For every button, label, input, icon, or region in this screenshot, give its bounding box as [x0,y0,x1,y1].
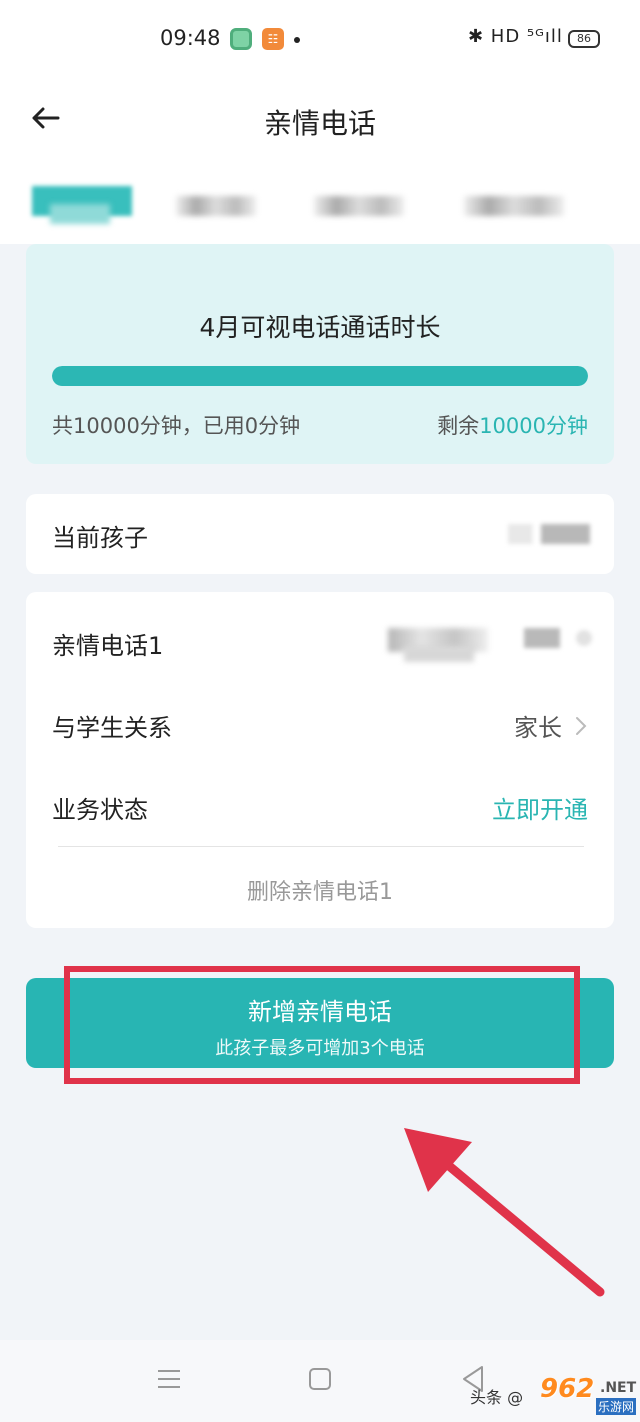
service-status-label: 业务状态 [52,796,148,824]
child-name-redacted [508,524,590,544]
tab-child-4[interactable] [454,186,574,226]
watermark-cn: 乐游网 [596,1398,637,1415]
annotation-arrow-icon [404,1128,605,1297]
family-phone-card: 亲情电话1 与学生关系 家长 业务状态 立即开通 删除亲情电话1 [26,592,614,928]
remaining-prefix: 剩余 [437,414,480,438]
home-icon[interactable] [309,1368,331,1390]
tab-child-3[interactable] [304,186,414,226]
watermark-prefix: 头条 @ [470,1388,524,1407]
signal-indicators: ✱ HD ⁵ᴳıll [468,26,563,47]
activate-now-link[interactable]: 立即开通 [492,790,588,825]
duration-progress-bar [52,366,588,386]
duration-remaining: 剩余10000分钟 [437,410,588,440]
current-child-row[interactable]: 当前孩子 [26,494,614,574]
phone-number-redacted-3 [524,628,560,648]
remaining-value: 10000分钟 [479,414,588,438]
page-title: 亲情电话 [263,107,376,140]
tab-child-1[interactable] [32,186,132,226]
relation-label: 与学生关系 [52,714,172,742]
phone-number-redacted-2 [404,646,474,662]
relation-value[interactable]: 家长 [514,708,562,743]
watermark: 头条 @ 962 .NET 乐游网 [470,1374,638,1416]
phone-number-redacted-4 [576,630,592,646]
status-bar: 09:48 ☷ ✱ HD ⁵ᴳıll 86 [0,0,640,80]
family-phone-label: 亲情电话1 [52,632,164,660]
delete-phone-button[interactable]: 删除亲情电话1 [26,874,614,906]
tab-child-2[interactable] [166,186,266,226]
annotation-highlight-box [64,966,580,1084]
duration-total: 共10000分钟，已用0分钟 [52,414,301,438]
menu-icon[interactable] [156,1368,182,1390]
app-notification-icon-2: ☷ [262,28,284,50]
status-time: 09:48 [160,26,221,50]
chevron-right-icon[interactable] [574,714,588,738]
app-header: 亲情电话 [0,80,640,160]
call-duration-card: 4月可视电话通话时长 共10000分钟，已用0分钟 剩余10000分钟 [26,244,614,464]
current-child-label: 当前孩子 [52,524,148,552]
app-notification-icon [230,28,252,50]
battery-icon: 86 [568,30,600,48]
watermark-logo: 962 [540,1374,595,1404]
watermark-net: .NET [600,1380,637,1396]
duration-title: 4月可视电话通话时长 [199,313,441,342]
divider [58,846,584,847]
child-tabs [0,160,640,244]
notification-dot-icon [294,37,300,43]
duration-progress-fill [52,366,588,386]
